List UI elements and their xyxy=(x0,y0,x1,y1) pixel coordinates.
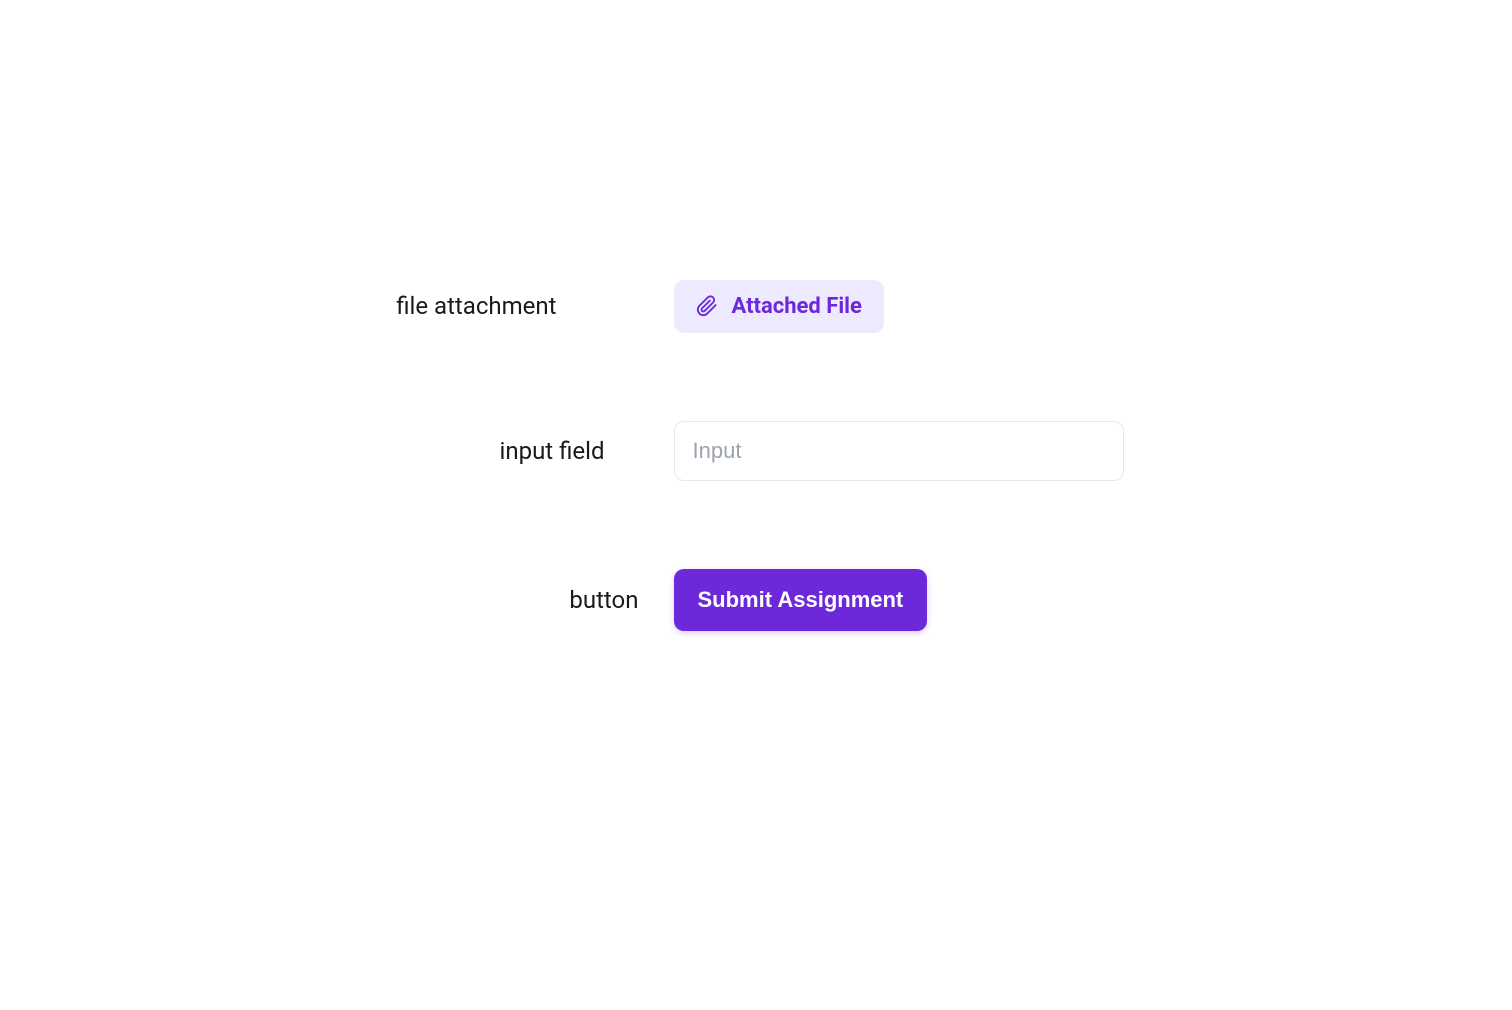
button-row: button Submit Assignment xyxy=(389,569,1124,631)
submit-button[interactable]: Submit Assignment xyxy=(674,569,928,631)
input-label: input field xyxy=(425,437,605,465)
input-row: input field xyxy=(389,421,1124,481)
attachment-row: file attachment Attached File xyxy=(389,280,1124,333)
attachment-label: file attachment xyxy=(377,292,557,320)
attached-file-chip[interactable]: Attached File xyxy=(674,280,884,333)
paperclip-icon xyxy=(696,295,718,317)
text-input[interactable] xyxy=(674,421,1124,481)
form-container: file attachment Attached File input fiel… xyxy=(389,280,1124,631)
button-label: button xyxy=(459,586,639,614)
attached-file-text: Attached File xyxy=(732,294,862,319)
